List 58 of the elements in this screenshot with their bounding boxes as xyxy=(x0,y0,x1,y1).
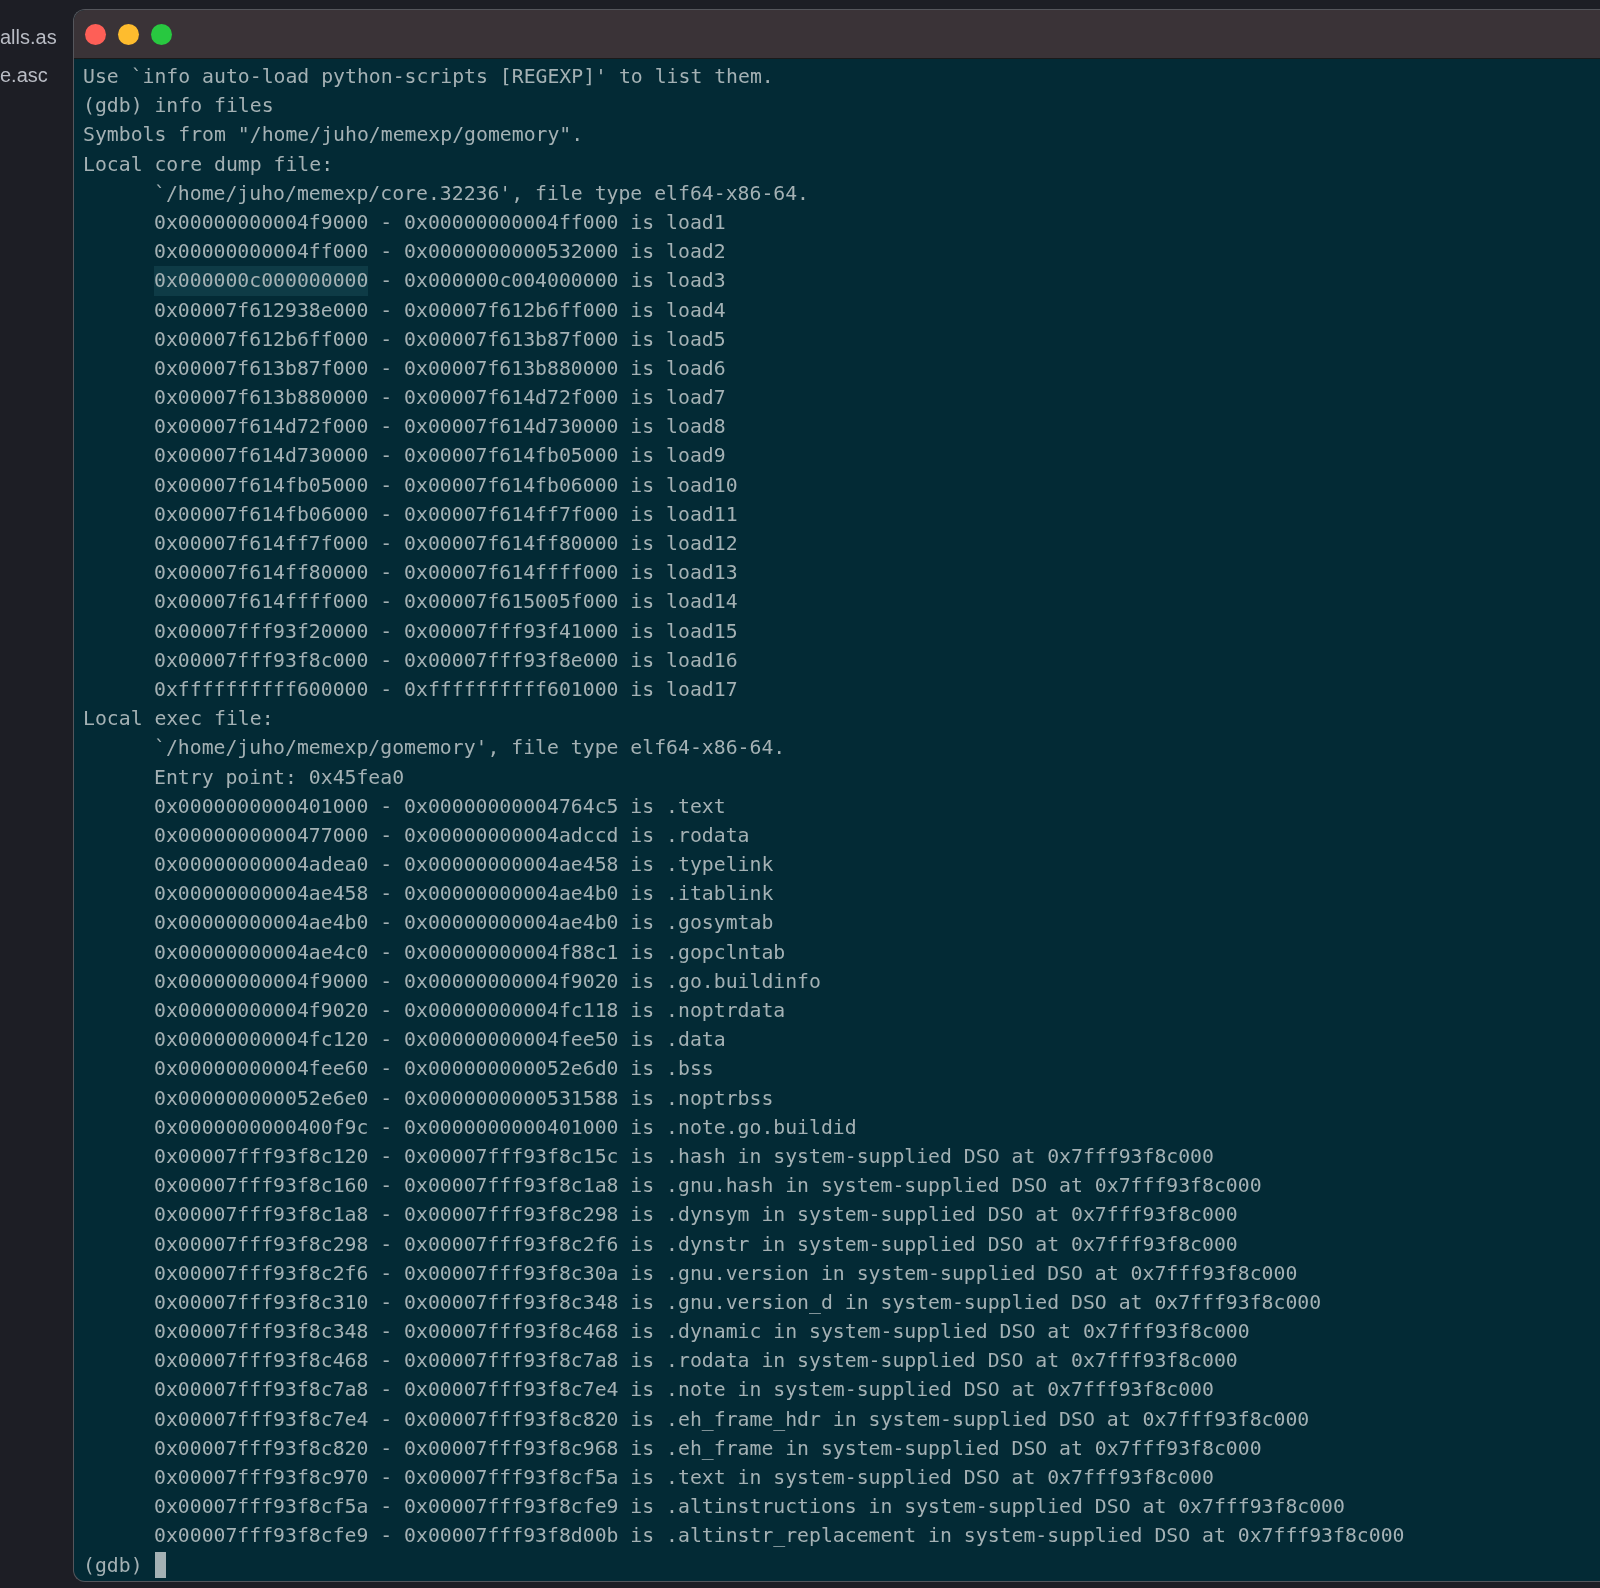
terminal-line: 0x00007f614ff7f000 - 0x00007f614ff80000 is load12 xyxy=(154,531,738,557)
terminal-line: 0x00000000004ae4c0 - 0x00000000004f88c1 is .gopclntab xyxy=(154,939,786,966)
terminal-line: - 0x000000c004000000 is load3 xyxy=(379,268,726,295)
terminal-line: 0x00007fff93f8c160 - 0x00007fff93f8c1a8 is .gnu.hash in system-supplied DSO at 0x7fff93f8c000 xyxy=(154,1173,1262,1200)
prompt-text: (gdb) xyxy=(83,1552,143,1579)
terminal-line: 0x00007fff93f8c298 - 0x00007fff93f8c2f6 is .dynstr in system-supplied DSO at 0x7fff93f8c000 xyxy=(154,1231,1238,1258)
terminal-line: 0xffffffffff600000 - 0xffffffffff601000 is load17 xyxy=(154,676,738,703)
close-button[interactable] xyxy=(85,23,106,45)
terminal-line: 0x00007f614fb06000 - 0x00007f614ff7f000 is load11 xyxy=(154,501,738,528)
terminal-line: 0x00007f613b87f000 - 0x00007f613b880000 is load6 xyxy=(154,355,726,382)
minimize-button[interactable] xyxy=(118,23,139,45)
terminal-line: 0x00007fff93f8c348 - 0x00007fff93f8c468 is .dynamic in system-supplied DSO at 0x7fff93f8c000 xyxy=(154,1319,1250,1346)
terminal-line: Entry point: 0x45fea0 xyxy=(154,764,405,791)
terminal-line: 0x00000000004fc120 - 0x00000000004fee50 is .data xyxy=(154,1027,726,1054)
terminal-line: 0x00000000004ae458 - 0x00000000004ae4b0 is .itablink xyxy=(154,881,774,908)
terminal-line: 0x0000000000477000 - 0x00000000004adccd is .rodata xyxy=(154,822,750,849)
terminal-line: 0x00007f614d72f000 - 0x00007f614d730000 is load8 xyxy=(154,414,726,441)
terminal-line: 0x00007fff93f8c1a8 - 0x00007fff93f8c298 is .dynsym in system-supplied DSO at 0x7fff93f8c000 xyxy=(154,1202,1238,1229)
terminal-line: 0x00007f614ff80000 - 0x00007f614ffff000 is load13 xyxy=(154,560,738,587)
selected-text: 0x000000c000000000 xyxy=(154,266,369,296)
terminal-line: 0x00000000004f9020 - 0x00000000004fc118 is .noptrdata xyxy=(154,998,786,1024)
file-name[interactable]: alls.as xyxy=(0,24,57,50)
terminal-line: 0x00000000004f9000 - 0x00000000004ff000 is load1 xyxy=(154,209,726,236)
terminal-line: 0x000000000052e6e0 - 0x0000000000531588 is .noptrbss xyxy=(154,1085,774,1112)
terminal-line: 0x00007fff93f8c820 - 0x00007fff93f8c968 is .eh_frame in system-supplied DSO at 0x7fff93f8c000 xyxy=(154,1435,1262,1462)
terminal-line: 0x00007fff93f8c000 - 0x00007fff93f8e000 is load16 xyxy=(154,647,738,674)
terminal-line: 0x00000000004fee60 - 0x000000000052e6d0 is .bss xyxy=(154,1056,714,1083)
terminal-line: `/home/juho/memexp/core.32236', file type elf64-x86-64. xyxy=(154,180,809,207)
terminal-line: Symbols from "/home/juho/memexp/gomemory". xyxy=(83,122,584,149)
terminal-line: 0x00007fff93f8c2f6 - 0x00007fff93f8c30a is .gnu.version in system-supplied DSO at 0x7fff93f8c000 xyxy=(154,1260,1298,1287)
terminal-line: 0x00007fff93f8c310 - 0x00007fff93f8c348 is .gnu.version_d in system-supplied DSO at 0x7fff93f8c000 xyxy=(154,1289,1322,1316)
terminal-line: 0x00007fff93f8c7e4 - 0x00007fff93f8c820 is .eh_frame_hdr in system-supplied DSO at 0x7fff93f8c000 xyxy=(154,1406,1310,1433)
terminal-line: 0x00007fff93f20000 - 0x00007fff93f41000 is load15 xyxy=(154,618,738,645)
terminal-line: 0x00007fff93f8c120 - 0x00007fff93f8c15c is .hash in system-supplied DSO at 0x7fff93f8c000 xyxy=(154,1143,1214,1170)
terminal-line: 0x00000000004ae4b0 - 0x00000000004ae4b0 is .gosymtab xyxy=(154,910,774,937)
terminal-line: Use `info auto-load python-scripts [REGEXP]' to list them. xyxy=(83,64,774,90)
terminal-line: 0x00007fff93f8cf5a - 0x00007fff93f8cfe9 is .altinstructions in system-supplied DSO at 0x7fff93f8c000 xyxy=(154,1494,1345,1521)
terminal-line: 0x00000000004f9000 - 0x00000000004f9020 is .go.buildinfo xyxy=(154,968,821,995)
terminal-line: `/home/juho/memexp/gomemory', file type elf64-x86-64. xyxy=(154,735,786,762)
terminal-line: 0x00007f614d730000 - 0x00007f614fb05000 is load9 xyxy=(154,443,726,470)
terminal-line: 0x00000000004adea0 - 0x00000000004ae458 is .typelink xyxy=(154,852,774,879)
file-name[interactable]: e.asc xyxy=(0,62,48,88)
terminal-line: 0x00007f613b880000 - 0x00007f614d72f000 is load7 xyxy=(154,385,726,412)
terminal-line: 0x0000000000400f9c - 0x0000000000401000 is .note.go.buildid xyxy=(154,1114,857,1141)
terminal-line: 0x00007f614fb05000 - 0x00007f614fb06000 is load10 xyxy=(154,472,738,499)
terminal-line: 0x00007f612b6ff000 - 0x00007f613b87f000 is load5 xyxy=(154,326,726,353)
terminal-line: 0x00007fff93f8c970 - 0x00007fff93f8cf5a is .text in system-supplied DSO at 0x7fff93f8c000 xyxy=(154,1465,1214,1491)
terminal-line: 0x00007f612938e000 - 0x00007f612b6ff000 is load4 xyxy=(154,297,726,324)
terminal-line: (gdb) info files xyxy=(83,93,274,120)
terminal-line: 0x00007f614ffff000 - 0x00007f615005f000 is load14 xyxy=(154,589,738,616)
terminal-line: 0x00007fff93f8cfe9 - 0x00007fff93f8d00b is .altinstr_replacement in system-supplied DSO at 0x7fff93f8c000 xyxy=(154,1523,1405,1550)
terminal-line: 0x0000000000401000 - 0x00000000004764c5 is .text xyxy=(154,793,726,820)
zoom-button[interactable] xyxy=(151,23,172,45)
terminal-line: 0x00007fff93f8c7a8 - 0x00007fff93f8c7e4 is .note in system-supplied DSO at 0x7fff93f8c000 xyxy=(154,1377,1214,1404)
terminal-line: 0x00007fff93f8c468 - 0x00007fff93f8c7a8 is .rodata in system-supplied DSO at 0x7fff93f8c000 xyxy=(154,1348,1238,1375)
terminal-line: 0x00000000004ff000 - 0x0000000000532000 is load2 xyxy=(154,239,726,266)
terminal-line: Local exec file: xyxy=(83,706,274,733)
terminal-line: Local core dump file: xyxy=(83,151,334,178)
